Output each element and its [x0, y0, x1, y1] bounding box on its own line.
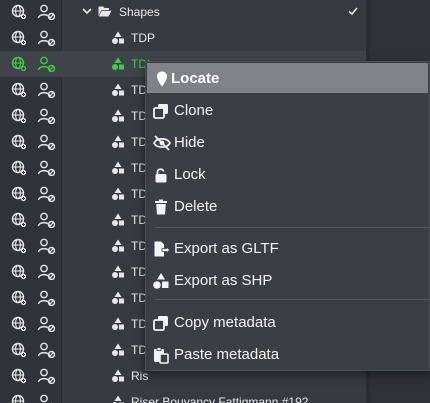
globe-icon[interactable]: [10, 315, 28, 333]
folder-open-icon: [98, 5, 112, 17]
map-pin-icon: [153, 70, 171, 88]
menu-item-locate[interactable]: Locate: [147, 63, 428, 93]
user-select-icon[interactable]: [36, 237, 56, 255]
tree-group-row[interactable]: Shapes: [0, 0, 370, 25]
file-export-icon: [152, 240, 170, 258]
shapes-icon: [111, 31, 125, 44]
context-menu: Locate Clone Hide Lock Delete Export as GLTF E…: [145, 61, 430, 371]
shapes-icon: [111, 187, 125, 200]
trash-icon: [152, 198, 170, 216]
user-select-icon[interactable]: [36, 263, 56, 281]
globe-icon[interactable]: [10, 55, 28, 73]
menu-item-label: Export as GLTF: [174, 240, 279, 257]
user-select-icon[interactable]: [36, 107, 56, 125]
user-select-icon[interactable]: [36, 55, 56, 73]
lock-icon: [152, 166, 170, 184]
globe-icon[interactable]: [10, 29, 28, 47]
chevron-down-icon[interactable]: [80, 4, 94, 18]
menu-item-label: Export as SHP: [174, 272, 273, 289]
menu-item-export-gltf[interactable]: Export as GLTF: [146, 233, 429, 263]
shapes-icon: [152, 272, 170, 290]
tree-row[interactable]: TDP: [0, 25, 370, 51]
globe-icon[interactable]: [10, 133, 28, 151]
shapes-icon: [111, 109, 125, 122]
menu-item-label: Delete: [174, 198, 218, 215]
tree-row[interactable]: Riser Bouyancy Fattigmann #192: [0, 389, 370, 403]
globe-icon[interactable]: [10, 81, 28, 99]
user-select-icon[interactable]: [36, 367, 56, 385]
user-select-icon[interactable]: [36, 211, 56, 229]
user-select-icon[interactable]: [36, 3, 56, 21]
copy-icon: [152, 102, 170, 120]
check-icon: [347, 5, 359, 17]
globe-icon[interactable]: [10, 237, 28, 255]
user-select-icon[interactable]: [36, 29, 56, 47]
group-label: Shapes: [119, 5, 160, 19]
shapes-icon: [111, 213, 125, 226]
menu-item-label: Copy metadata: [174, 314, 276, 331]
shapes-icon: [111, 83, 125, 96]
shapes-icon: [111, 161, 125, 174]
user-select-icon[interactable]: [36, 341, 56, 359]
shapes-icon: [111, 291, 125, 304]
user-select-icon[interactable]: [36, 393, 56, 403]
menu-divider: [154, 299, 429, 300]
menu-divider: [154, 227, 429, 228]
globe-icon[interactable]: [10, 289, 28, 307]
globe-icon[interactable]: [10, 211, 28, 229]
shapes-icon: [111, 395, 125, 403]
globe-icon[interactable]: [10, 107, 28, 125]
globe-icon[interactable]: [10, 367, 28, 385]
menu-item-clone[interactable]: Clone: [146, 95, 429, 125]
shapes-icon: [111, 265, 125, 278]
globe-icon[interactable]: [10, 341, 28, 359]
layer-label: TDP: [131, 31, 155, 45]
menu-item-label: Paste metadata: [174, 346, 280, 363]
eye-slash-icon: [152, 134, 171, 152]
user-select-icon[interactable]: [36, 81, 56, 99]
paste-icon: [152, 346, 170, 364]
shapes-icon: [111, 317, 125, 330]
menu-item-export-shp[interactable]: Export as SHP: [146, 265, 429, 295]
menu-item-hide[interactable]: Hide: [146, 127, 429, 157]
copy-icon: [152, 314, 170, 332]
menu-item-delete[interactable]: Delete: [146, 191, 429, 221]
shapes-icon: [111, 135, 125, 148]
layer-label: Ris: [131, 369, 149, 383]
shapes-icon: [111, 239, 125, 252]
menu-item-label: Clone: [174, 102, 214, 119]
globe-icon[interactable]: [10, 159, 28, 177]
user-select-icon[interactable]: [36, 185, 56, 203]
menu-item-lock[interactable]: Lock: [146, 159, 429, 189]
globe-icon[interactable]: [10, 185, 28, 203]
user-select-icon[interactable]: [36, 133, 56, 151]
layer-label: Riser Bouyancy Fattigmann #192: [131, 395, 309, 403]
shapes-icon: [111, 343, 125, 356]
globe-icon[interactable]: [10, 263, 28, 281]
globe-icon[interactable]: [10, 393, 28, 403]
shapes-icon: [111, 57, 125, 70]
user-select-icon[interactable]: [36, 289, 56, 307]
user-select-icon[interactable]: [36, 159, 56, 177]
globe-icon[interactable]: [10, 3, 28, 21]
menu-item-label: Locate: [171, 70, 220, 87]
menu-item-copy-metadata[interactable]: Copy metadata: [146, 307, 429, 337]
menu-item-paste-metadata[interactable]: Paste metadata: [146, 339, 429, 369]
shapes-icon: [111, 369, 125, 382]
user-select-icon[interactable]: [36, 315, 56, 333]
menu-item-label: Lock: [174, 166, 206, 183]
menu-item-label: Hide: [174, 134, 205, 151]
